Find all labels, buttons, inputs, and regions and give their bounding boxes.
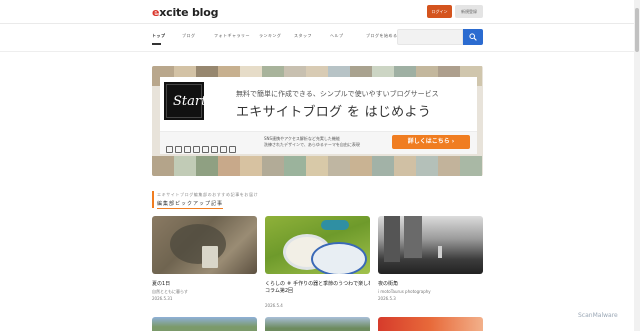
search-input[interactable] [397,29,463,45]
card-date-1: 2026.5.31 [152,296,173,301]
nav-item-help[interactable]: ヘルプ [330,33,344,39]
nav-item-start[interactable]: ブログを始める [366,33,398,39]
comment-icon [202,146,209,153]
card-date-2: 2026.5.4 [265,303,283,308]
image-icon [184,146,191,153]
main-nav: トップ ブログ フォトギャラリー ランキング スタッフ ヘルプ ブログを始める [152,30,397,46]
section-subtitle: エキサイトブログ編集部のおすすめ記事をお届け [157,192,259,197]
card-date-3: 2026.5.3 [378,296,396,301]
card-image-6[interactable] [378,317,483,331]
card-image-2[interactable] [265,216,370,274]
card-title-3[interactable]: 夜の街角 [378,280,483,287]
mobile-icon [211,146,218,153]
nav-item-staff[interactable]: スタッフ [294,33,312,39]
card-title-2[interactable]: くらしの ＃ 手作りの器と季節のうつわで楽しむ食卓のひととき [265,280,370,287]
chart-icon [175,146,182,153]
feature-icons [166,138,238,153]
card-image-1[interactable] [152,216,257,274]
feature-text-2: 洗練されたデザインで、あらゆるテーマを自由に表現 [264,142,360,147]
nav-divider [0,51,640,52]
nav-item-blog[interactable]: ブログ [182,33,196,39]
card-author-3[interactable]: i motoTaurus photography [378,289,431,294]
section-accent-bar [152,191,154,208]
hero-subtitle: 無料で簡単に作成できる、シンプルで使いやすいブログサービス [236,90,439,98]
mail-icon [229,146,236,153]
card-image-3[interactable] [378,216,483,274]
scrollbar-thumb[interactable] [635,8,639,52]
card-image-5[interactable] [265,317,370,331]
start-logo: Start [164,82,207,120]
section-title[interactable]: 編集部ピックアップ記事 [157,200,224,209]
start-logo-text: Start [173,94,207,109]
phone-icon [166,146,173,153]
hero-title: エキサイトブログ を はじめよう [236,105,432,120]
card-image-4[interactable] [152,317,257,331]
heart-icon [220,146,227,153]
nav-item-ranking[interactable]: ランキング [259,33,281,39]
signup-button[interactable]: 新規登録 [455,5,483,18]
top-header [0,0,640,24]
watermark: ScanMalware [578,312,618,319]
card-title-2-line2[interactable]: コラム第2回 [265,287,293,294]
site-logo[interactable]: excite blog [152,6,218,19]
learn-more-button[interactable]: 詳しくはこちら › [392,135,470,149]
login-button[interactable]: ログイン [427,5,452,18]
search-icon [469,33,477,41]
card-author-1[interactable]: 自然とともに暮らす [152,289,188,295]
nav-active-indicator [152,43,161,45]
search-button[interactable] [463,29,483,45]
nav-item-photo[interactable]: フォトギャラリー [214,33,250,39]
card-title-1[interactable]: 夏の1日 [152,280,257,287]
logo-text: xcite blog [159,6,219,19]
lock-icon [193,146,200,153]
nav-item-top[interactable]: トップ [152,33,166,39]
